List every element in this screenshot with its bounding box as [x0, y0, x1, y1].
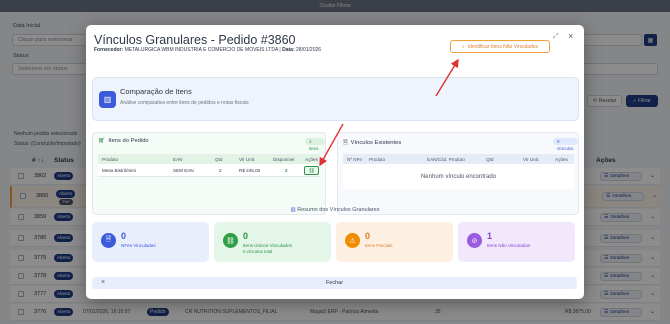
summary-card-partial: ⚠︎ 0 Itens Parciais: [336, 222, 453, 262]
comparison-banner: ▥ Comparação de Itens Análise comparativ…: [92, 77, 579, 121]
th-qtd: Qtd: [486, 157, 494, 162]
th-ean: EAN: [173, 157, 183, 162]
modal-subtitle: Fornecedor: METALURGICA WBM INDUSTRIA E …: [94, 47, 321, 53]
identify-label: Identificar Itens Não Vinculados: [467, 43, 539, 50]
date-value: 28/01/2026: [296, 47, 322, 53]
card-label: Itens Parciais: [365, 243, 393, 248]
th-acoes: Ações: [305, 157, 318, 162]
granular-links-modal: Vínculos Granulares - Pedido #3860 Forne…: [86, 25, 584, 299]
links-header: Nº NFe Produto EAN/Cód. Produto Qtd Vlr …: [343, 154, 574, 164]
close-button[interactable]: × Fechar: [92, 277, 577, 289]
unlink-icon: ⊘: [467, 233, 482, 248]
empty-links-message: Nenhum vínculo encontrado: [343, 164, 574, 189]
card-value: 0: [365, 231, 371, 241]
comparison-title: Comparação de Itens: [120, 87, 192, 96]
link-item-button[interactable]: ⛓︎: [304, 166, 319, 175]
card-extra: 0 vínculos total: [243, 249, 273, 254]
cell-produto: Mesa Bistrô/mini: [102, 168, 136, 173]
items-count-badge: 1 itens: [305, 138, 325, 151]
link-icon: ⛓︎: [308, 167, 315, 174]
card-value: 1: [487, 231, 493, 241]
date-label: Data:: [282, 47, 295, 53]
separator: |: [279, 47, 281, 53]
th-vlr: Vlr Unit.: [239, 157, 256, 162]
summary-card-nfes: 🗎︎ 0 NFes Vinculadas: [92, 222, 209, 262]
order-items-header: Produto EAN Qtd Vlr Unit. Disponível Açõ…: [98, 154, 320, 164]
th-acoes: Ações: [555, 157, 568, 162]
th-produto: Produto: [369, 157, 386, 162]
card-value: 0: [243, 231, 249, 241]
order-items-title: 🛒︎ Itens do Pedido: [98, 138, 149, 144]
th-nfe: Nº NFe: [347, 157, 362, 162]
supplier-label: Fornecedor:: [94, 47, 124, 53]
th-disponivel: Disponível: [273, 157, 295, 162]
th-produto: Produto: [102, 157, 119, 162]
supplier-value: METALURGICA WBM INDUSTRIA E COMERCIO DE …: [124, 47, 279, 53]
cell-disponivel: 2: [285, 168, 288, 173]
search-icon: ⌕: [461, 43, 465, 50]
document-icon: 🗎︎: [343, 140, 348, 146]
existing-links-title: 🗎︎ Vínculos Existentes: [343, 138, 401, 148]
card-label: Itens Únicos Vinculados: [243, 243, 292, 248]
close-icon: ×: [101, 279, 106, 286]
existing-links-panel: 🗎︎ Vínculos Existentes 0 vínculos Nº NFe…: [337, 132, 579, 215]
card-label: Itens Não Vinculados: [487, 243, 531, 248]
order-items-panel: 🛒︎ Itens do Pedido 1 itens Produto EAN Q…: [92, 132, 326, 215]
summary-card-unlinked: ⊘ 1 Itens Não Vinculados: [458, 222, 575, 262]
th-vlr: Vlr Unit.: [523, 157, 540, 162]
cell-ean: SEM EAN: [173, 168, 194, 173]
close-icon[interactable]: ×: [568, 31, 573, 41]
expand-icon[interactable]: ⤢: [553, 33, 559, 41]
cell-qtd: 2: [219, 168, 222, 173]
th-qtd: Qtd: [215, 157, 223, 162]
summary-title-label: Resumo dos Vínculos Granulares: [297, 207, 380, 213]
document-icon: 🗎︎: [101, 233, 116, 248]
table-row: Mesa Bistrô/mini SEM EAN 2 R$ 245,00 2 ⛓…: [98, 164, 320, 177]
links-count-badge: 0 vínculos: [553, 138, 578, 151]
link-icon: ⛓︎: [223, 233, 238, 248]
order-items-label: Itens do Pedido: [108, 138, 149, 144]
warning-icon: ⚠︎: [345, 233, 360, 248]
summary-card-unique: ⛓︎ 0 Itens Únicos Vinculados 0 vínculos …: [214, 222, 331, 262]
cell-vlr: R$ 245,00: [239, 168, 261, 173]
chart-icon: ▥: [290, 207, 296, 213]
card-label: NFes Vinculadas: [121, 243, 156, 248]
comparison-description: Análise comparativa entre itens de pedid…: [120, 100, 249, 106]
existing-links-label: Vínculos Existentes: [350, 140, 402, 146]
close-label: Fechar: [325, 280, 344, 286]
th-ean-cod: EAN/Cód. Produto: [427, 157, 465, 162]
identify-unlinked-button[interactable]: ⌕ Identificar Itens Não Vinculados: [450, 40, 550, 53]
card-value: 0: [121, 231, 127, 241]
summary-title: ▥ Resumo dos Vínculos Granulares: [86, 207, 584, 213]
chart-icon: ▥: [99, 91, 116, 108]
cart-icon: 🛒︎: [98, 138, 106, 144]
modal-title: Vínculos Granulares - Pedido #3860: [94, 33, 296, 47]
